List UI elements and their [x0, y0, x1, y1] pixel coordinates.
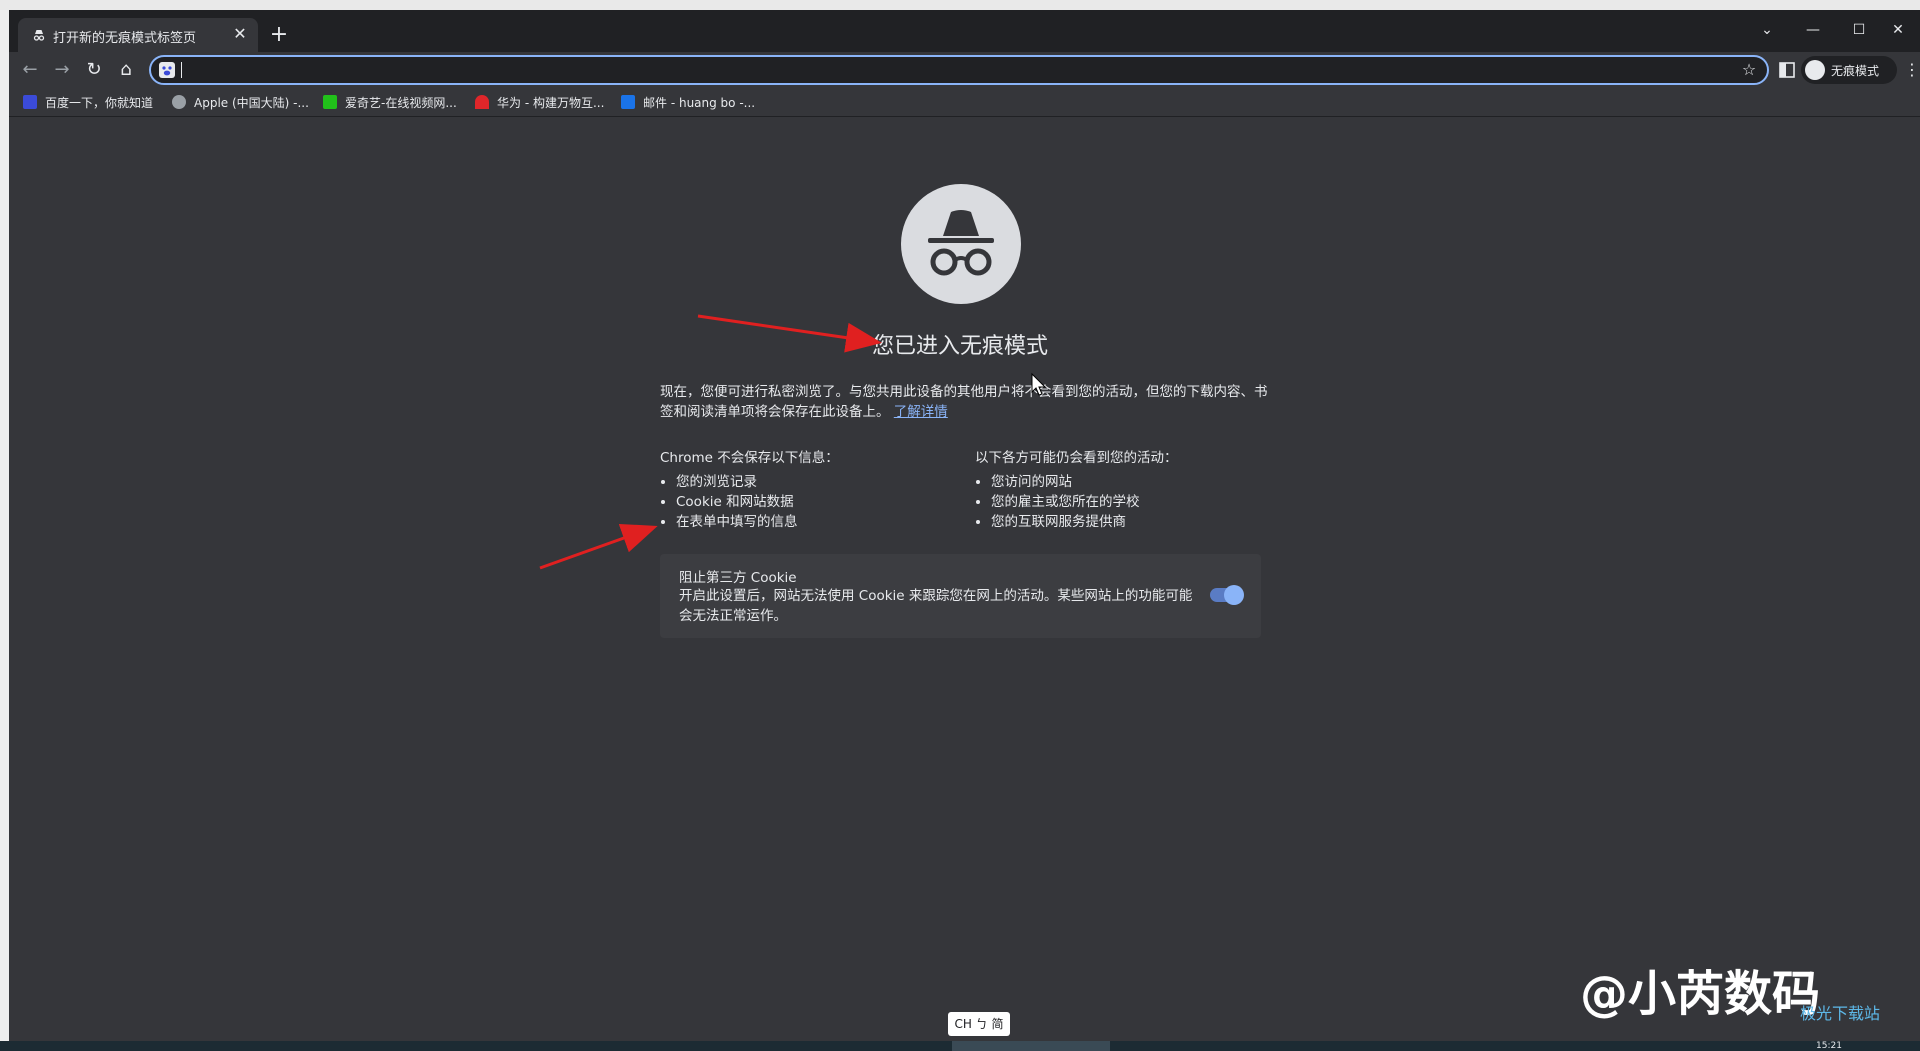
- visible-to-section: 以下各方可能仍会看到您的活动： 您访问的网站 您的雇主或您所在的学校 您的互联网…: [975, 446, 1275, 532]
- minimize-button[interactable]: —: [1790, 16, 1836, 44]
- bookmark-iqiyi[interactable]: 爱奇艺-在线视频网...: [323, 92, 457, 112]
- bookmark-label: 爱奇艺-在线视频网...: [345, 95, 457, 110]
- tab-strip: 打开新的无痕模式标签页 ✕ + ⌄ — ☐ ✕: [9, 10, 1920, 52]
- toolbar: ← → ↻ ⌂ ☆ 无痕模式 ⋮: [9, 52, 1920, 88]
- list-item: 您的浏览记录: [676, 472, 960, 492]
- tab-incognito-new-tab[interactable]: 打开新的无痕模式标签页 ✕: [18, 18, 258, 52]
- bookmark-label: 邮件 - huang bo -...: [643, 95, 756, 110]
- profile-label: 无痕模式: [1831, 64, 1880, 78]
- incognito-avatar-icon: [1805, 60, 1825, 80]
- screen-left-strip: [0, 10, 9, 1041]
- ime-indicator[interactable]: CH ㄅ 简: [948, 1012, 1010, 1036]
- outlook-icon: [621, 95, 635, 109]
- incognito-profile-button[interactable]: 无痕模式: [1801, 56, 1897, 84]
- intro-text: 现在，您便可进行私密浏览了。与您共用此设备的其他用户将不会看到您的活动，但您的下…: [660, 384, 1268, 420]
- close-window-button[interactable]: ✕: [1875, 16, 1920, 44]
- page-title: 您已进入无痕模式: [871, 334, 1048, 359]
- tab-close-icon[interactable]: ✕: [230, 24, 250, 44]
- list-item: Cookie 和网站数据: [676, 492, 960, 512]
- third-party-cookie-card: 阻止第三方 Cookie 开启此设置后，网站无法使用 Cookie 来跟踪您在网…: [660, 554, 1261, 638]
- bookmark-label: Apple (中国大陆) -...: [194, 95, 309, 110]
- spy-icon: [928, 210, 994, 276]
- menu-icon[interactable]: ⋮: [1904, 60, 1920, 80]
- search-engine-icon: [159, 62, 175, 78]
- bookmark-label: 华为 - 构建万物互...: [497, 95, 605, 110]
- bookmark-huawei[interactable]: 华为 - 构建万物互...: [475, 92, 604, 112]
- address-input[interactable]: [185, 59, 1689, 83]
- browser-window: 打开新的无痕模式标签页 ✕ + ⌄ — ☐ ✕ ← → ↻ ⌂ ☆ 无痕模式 ⋮…: [9, 10, 1920, 1041]
- bookmark-baidu[interactable]: 百度一下，你就知道: [23, 92, 153, 112]
- not-saved-section: Chrome 不会保存以下信息： 您的浏览记录 Cookie 和网站数据 在表单…: [660, 446, 960, 532]
- forward-button[interactable]: →: [49, 57, 75, 83]
- tab-title: 打开新的无痕模式标签页: [53, 31, 197, 46]
- block-cookies-toggle[interactable]: [1210, 585, 1244, 605]
- bookmarks-bar: 百度一下，你就知道 Apple (中国大陆) -... 爱奇艺-在线视频网...…: [9, 88, 1920, 117]
- iqiyi-icon: [323, 95, 337, 109]
- intro-paragraph: 现在，您便可进行私密浏览了。与您共用此设备的其他用户将不会看到您的活动，但您的下…: [660, 382, 1270, 422]
- list-item: 您的雇主或您所在的学校: [991, 492, 1275, 512]
- tab-search-icon[interactable]: ⌄: [1744, 16, 1790, 44]
- cookie-card-description: 开启此设置后，网站无法使用 Cookie 来跟踪您在网上的活动。某些网站上的功能…: [679, 588, 1193, 624]
- incognito-icon: [33, 30, 45, 41]
- learn-more-link[interactable]: 了解详情: [894, 404, 948, 420]
- list-item: 您访问的网站: [991, 472, 1275, 492]
- not-saved-title: Chrome 不会保存以下信息：: [660, 450, 839, 466]
- taskbar: [0, 1041, 1920, 1051]
- watermark: @小芮数码: [1580, 966, 1821, 1022]
- visible-to-title: 以下各方可能仍会看到您的活动：: [975, 450, 1178, 466]
- cookie-card-title: 阻止第三方 Cookie: [679, 570, 797, 586]
- side-panel-icon[interactable]: [1777, 60, 1797, 80]
- text-caret: [181, 62, 182, 78]
- list-item: 您的互联网服务提供商: [991, 512, 1275, 532]
- list-item: 在表单中填写的信息: [676, 512, 960, 532]
- bookmark-apple[interactable]: Apple (中国大陆) -...: [172, 92, 309, 112]
- incognito-logo-icon: [901, 184, 1021, 304]
- watermark-site: 极光下载站: [1800, 1004, 1881, 1023]
- toggle-knob: [1224, 585, 1244, 605]
- new-tab-button[interactable]: +: [267, 24, 291, 48]
- reload-button[interactable]: ↻: [81, 57, 107, 83]
- bookmark-outlook[interactable]: 邮件 - huang bo -...: [621, 92, 755, 112]
- home-button[interactable]: ⌂: [113, 57, 139, 83]
- huawei-icon: [475, 95, 489, 109]
- taskbar-clock: 15:21: [1816, 1041, 1842, 1051]
- back-button[interactable]: ←: [17, 57, 43, 83]
- apple-icon: [172, 95, 186, 109]
- taskbar-active-item[interactable]: [952, 1041, 1110, 1051]
- baidu-icon: [23, 95, 37, 109]
- address-bar[interactable]: ☆: [149, 55, 1769, 85]
- bookmark-star-icon[interactable]: ☆: [1739, 60, 1759, 80]
- bookmark-label: 百度一下，你就知道: [45, 95, 154, 110]
